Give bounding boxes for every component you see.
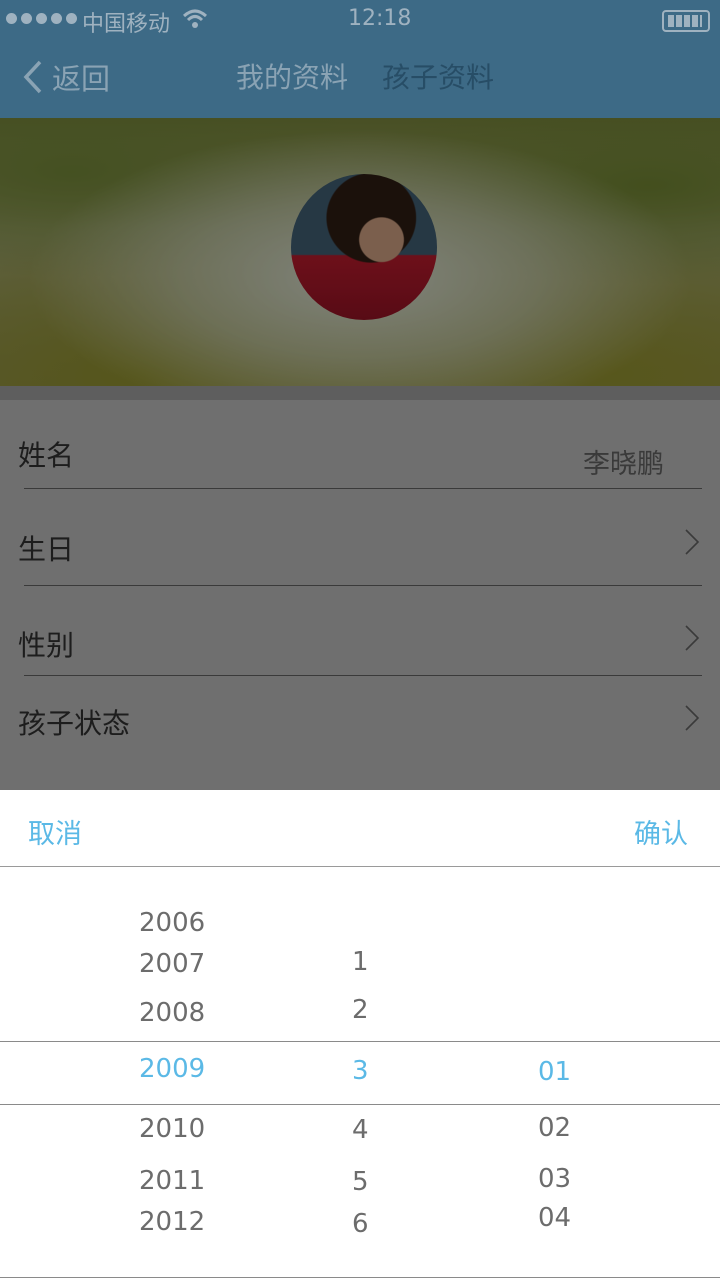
- row-label: 性别: [18, 629, 75, 662]
- back-label: 返回: [52, 62, 111, 96]
- year-option[interactable]: 2012: [139, 1207, 205, 1237]
- divider: [24, 585, 702, 586]
- row-label: 孩子状态: [18, 707, 131, 740]
- avatar[interactable]: [291, 174, 437, 320]
- year-option[interactable]: 2006: [139, 908, 205, 938]
- name-value: 李晓鹏: [583, 449, 664, 480]
- row-label: 姓名: [18, 439, 75, 472]
- battery-icon: [662, 10, 710, 32]
- month-option[interactable]: 6: [352, 1209, 369, 1239]
- month-option[interactable]: 2: [352, 995, 369, 1025]
- year-option[interactable]: 2011: [139, 1166, 205, 1196]
- status-bar: 中国移动 12:18: [0, 0, 720, 40]
- signal-icon: [6, 13, 77, 24]
- divider: [24, 675, 702, 676]
- month-option[interactable]: 1: [352, 947, 369, 977]
- year-option[interactable]: 2007: [139, 949, 205, 979]
- chevron-left-icon: [23, 60, 42, 94]
- divider: [24, 488, 702, 489]
- confirm-button[interactable]: 确认: [634, 812, 688, 851]
- year-option[interactable]: 2010: [139, 1114, 205, 1144]
- month-option-selected[interactable]: 3: [352, 1056, 369, 1086]
- day-option-selected[interactable]: 01: [538, 1057, 571, 1087]
- year-option[interactable]: 2008: [139, 998, 205, 1028]
- chevron-right-icon: [685, 705, 700, 731]
- child-info-form: 姓名 李晓鹏 生日 性别 孩子状态: [0, 386, 720, 790]
- section-gap: [0, 386, 720, 400]
- screen: 中国移动 12:18 返回 我的资料 孩子资料 姓名 李晓鹏 生日 性别 孩子状…: [0, 0, 720, 1280]
- year-option-selected[interactable]: 2009: [139, 1054, 205, 1084]
- wifi-icon: [182, 9, 208, 28]
- carrier-label: 中国移动: [82, 12, 171, 37]
- month-option[interactable]: 5: [352, 1167, 369, 1197]
- day-option[interactable]: 04: [538, 1203, 571, 1233]
- clock: 12:18: [348, 6, 412, 31]
- chevron-right-icon: [685, 625, 700, 651]
- back-button[interactable]: 返回: [22, 54, 110, 100]
- picker-toolbar: 取消 确认: [0, 790, 720, 867]
- chevron-right-icon: [685, 529, 700, 555]
- month-option[interactable]: 4: [352, 1115, 369, 1145]
- cancel-button[interactable]: 取消: [28, 812, 82, 851]
- day-option[interactable]: 03: [538, 1164, 571, 1194]
- row-label: 生日: [18, 533, 75, 566]
- picker-bottom-border: [0, 1277, 720, 1278]
- nav-bar: 返回 我的资料 孩子资料: [0, 40, 720, 118]
- tab-my-profile[interactable]: 我的资料: [236, 56, 348, 96]
- tab-child-profile[interactable]: 孩子资料: [382, 56, 494, 96]
- day-option[interactable]: 02: [538, 1113, 571, 1143]
- date-picker: 取消 确认 2006 2007 2008 2009 2010 2011 2012…: [0, 790, 720, 1280]
